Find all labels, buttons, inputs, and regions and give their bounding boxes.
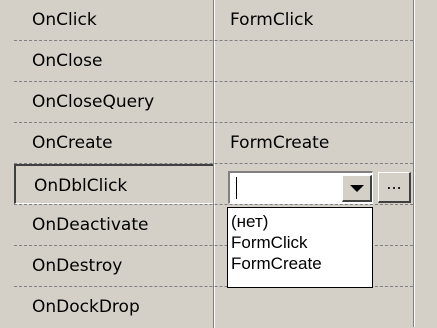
- column-divider-highlight: [214, 41, 215, 82]
- property-name[interactable]: OnClose: [14, 41, 213, 81]
- property-value[interactable]: FormCreate: [217, 123, 413, 163]
- property-value[interactable]: FormClick: [217, 0, 413, 40]
- property-name[interactable]: OnCloseQuery: [14, 82, 213, 122]
- property-row-onclick[interactable]: OnClick FormClick: [0, 0, 413, 41]
- property-name[interactable]: OnDeactivate: [14, 205, 213, 245]
- property-name[interactable]: OnDockDrop: [14, 287, 213, 327]
- property-value[interactable]: [217, 82, 413, 122]
- ellipsis-button[interactable]: ...: [378, 172, 411, 203]
- text-caret: [236, 177, 237, 199]
- column-divider-highlight: [214, 287, 215, 328]
- dropdown-option-formclick[interactable]: FormClick: [231, 232, 308, 253]
- column-divider-highlight: [214, 246, 215, 287]
- column-divider-highlight: [214, 0, 215, 41]
- column-divider-highlight: [214, 205, 215, 246]
- property-name[interactable]: OnClick: [14, 0, 213, 40]
- property-name[interactable]: OnDestroy: [14, 246, 213, 286]
- dropdown-option-none[interactable]: (нет): [231, 211, 268, 232]
- property-value[interactable]: [217, 287, 413, 327]
- property-row-oncreate[interactable]: OnCreate FormCreate: [0, 123, 413, 164]
- grid-right-border-highlight: [414, 0, 415, 327]
- dropdown-option-formcreate[interactable]: FormCreate: [231, 253, 322, 274]
- property-row-onclosequery[interactable]: OnCloseQuery: [0, 82, 413, 123]
- column-divider-highlight: [214, 123, 215, 164]
- property-name-selected[interactable]: OnDblClick: [14, 164, 213, 204]
- property-row-onclose[interactable]: OnClose: [0, 41, 413, 82]
- handler-dropdown-list[interactable]: (нет) FormClick FormCreate: [227, 207, 373, 288]
- column-divider-highlight: [214, 82, 215, 123]
- chevron-down-icon: [350, 185, 364, 192]
- event-handler-combobox[interactable]: ...: [228, 171, 412, 204]
- handler-edit-field[interactable]: [228, 171, 373, 204]
- dropdown-button[interactable]: [342, 175, 372, 202]
- column-divider-highlight: [214, 164, 215, 205]
- property-name[interactable]: OnCreate: [14, 123, 213, 163]
- property-value[interactable]: [217, 41, 413, 81]
- property-row-ondockdrop[interactable]: OnDockDrop: [0, 287, 413, 328]
